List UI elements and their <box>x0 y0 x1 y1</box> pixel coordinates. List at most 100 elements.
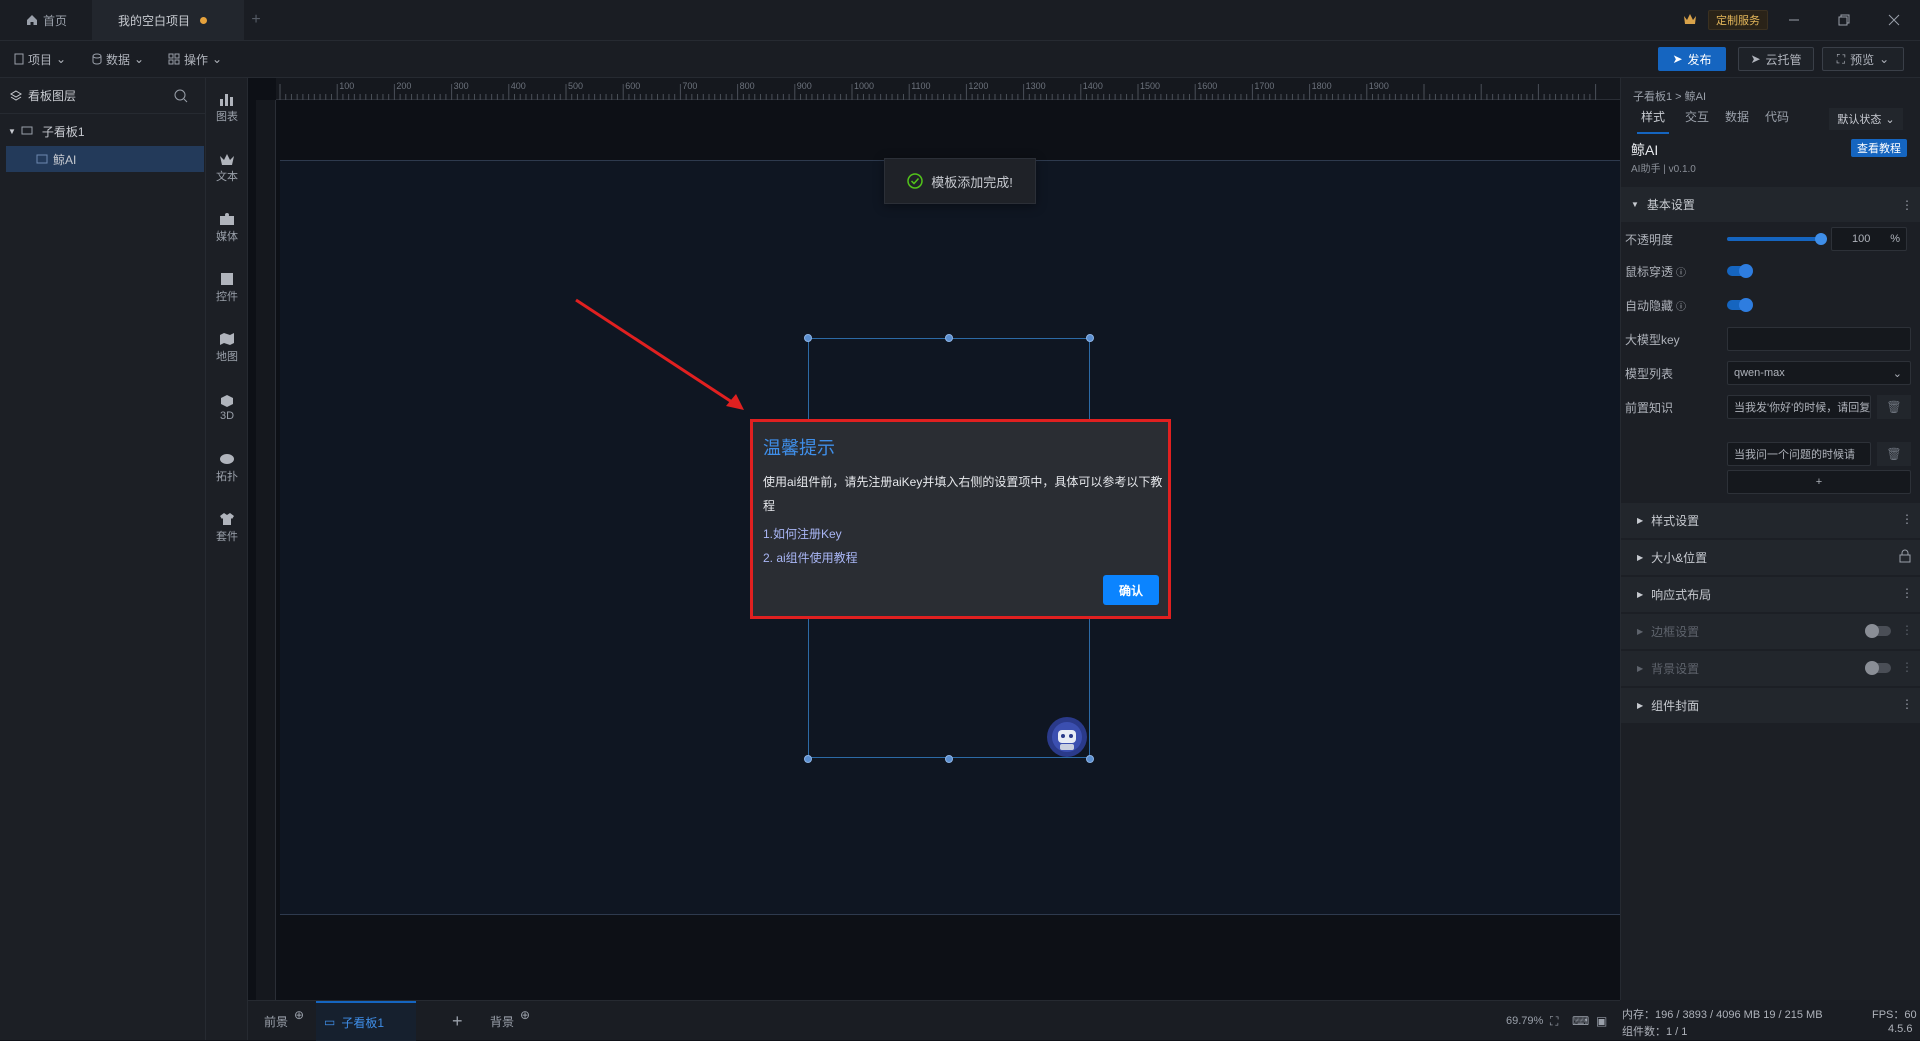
view-tutorial-button[interactable]: 查看教程 <box>1851 139 1907 157</box>
more-icon[interactable]: ⋮ <box>1901 697 1913 711</box>
fullscreen-icon: ⛶ <box>1836 51 1846 66</box>
section-basic-label: 基本设置 <box>1646 198 1695 212</box>
publish-button[interactable]: ➤ 发布 <box>1658 47 1726 71</box>
menu-data[interactable]: 数据 ⌄ <box>92 48 144 70</box>
tab-board[interactable]: ▭ 子看板1 <box>316 1001 416 1041</box>
robot-avatar-icon[interactable] <box>1046 716 1088 758</box>
tip-dialog: 温馨提示 使用ai组件前，请先注册aiKey并填入右侧的设置项中，具体可以参考以… <box>750 419 1171 619</box>
minimize-icon[interactable] <box>1782 8 1806 32</box>
iconbar-3d[interactable]: 3D <box>206 384 248 432</box>
ruler-tick-label: 1000 <box>854 81 874 91</box>
iconbar-topology[interactable]: 拓扑 <box>206 444 248 492</box>
background-toggle[interactable] <box>1865 661 1891 675</box>
iconbar-suite[interactable]: 套件 <box>206 504 248 552</box>
preview-button[interactable]: ⛶ 预览 ⌄ <box>1822 47 1904 71</box>
state-select[interactable]: 默认状态 ⌄ <box>1829 108 1903 130</box>
trash-icon[interactable]: 🗑 <box>1877 395 1911 419</box>
zoom-level[interactable]: 69.79% <box>1506 1001 1543 1041</box>
home-icon <box>26 14 38 26</box>
menu-data-label: 数据 <box>106 52 131 67</box>
section-style-settings[interactable]: ▶ 样式设置 <box>1621 502 1920 538</box>
section-size-position[interactable]: ▶ 大小&位置 <box>1621 539 1920 575</box>
link-register-key[interactable]: 1.如何注册Key <box>763 525 842 542</box>
resize-handle[interactable] <box>1086 334 1094 342</box>
add-board-button[interactable]: + <box>452 1001 463 1041</box>
properties-panel: 子看板1 > 鲸AI 样式 交互 数据 代码 默认状态 ⌄ 鲸AI AI助手 | … <box>1620 78 1920 1000</box>
tab-data[interactable]: 数据 <box>1725 108 1749 134</box>
section-responsive[interactable]: ▶ 响应式布局 <box>1621 576 1920 612</box>
iconbar-control[interactable]: 控件 <box>206 264 248 312</box>
iconbar-text-label: 文本 <box>216 171 238 183</box>
tab-foreground[interactable]: 前景 ⊕ <box>264 1001 304 1041</box>
knowledge-input-1[interactable]: 当我发'你好'的时候，请回复 <box>1727 395 1871 419</box>
state-select-label: 默认状态 <box>1837 114 1882 126</box>
board-icon <box>21 126 33 136</box>
new-tab-button[interactable]: + <box>244 0 268 40</box>
caret-right-icon: ▶ <box>1637 701 1644 710</box>
tab-project[interactable]: 我的空白项目 <box>92 0 244 40</box>
section-cover[interactable]: ▶ 组件封面 <box>1621 687 1920 723</box>
iconbar-media-label: 媒体 <box>216 231 238 243</box>
resize-handle[interactable] <box>804 334 812 342</box>
opacity-input[interactable]: 100% <box>1831 227 1907 251</box>
model-key-label: 大模型key <box>1625 332 1680 347</box>
more-icon[interactable]: ⋮ <box>1901 623 1913 637</box>
bar-chart-icon <box>219 92 235 106</box>
opacity-slider[interactable] <box>1727 233 1827 245</box>
auto-hide-label: 自动隐藏 <box>1625 298 1674 313</box>
tab-code[interactable]: 代码 <box>1765 108 1789 134</box>
keyboard-icon[interactable]: ⌨ <box>1572 1001 1589 1041</box>
border-toggle[interactable] <box>1865 624 1891 638</box>
terminal-icon[interactable]: ▣ <box>1596 1001 1607 1041</box>
iconbar-text[interactable]: 文本 <box>206 144 248 192</box>
resize-handle[interactable] <box>804 755 812 763</box>
tab-style[interactable]: 样式 <box>1637 108 1670 134</box>
menu-operation[interactable]: 操作 ⌄ <box>168 48 222 70</box>
mouse-through-toggle[interactable] <box>1727 264 1753 278</box>
tree-item-ai[interactable]: 鲸AI <box>6 146 204 172</box>
lock-icon[interactable] <box>1899 549 1911 563</box>
custom-service-button[interactable]: 定制服务 <box>1708 10 1768 30</box>
resize-handle[interactable] <box>945 334 953 342</box>
resize-handle[interactable] <box>945 755 953 763</box>
add-knowledge-button[interactable]: + <box>1727 470 1911 494</box>
opacity-slider-knob[interactable] <box>1815 233 1827 245</box>
iconbar-media[interactable]: 媒体 <box>206 204 248 252</box>
crown-text-icon <box>219 152 235 166</box>
opacity-unit: % <box>1890 233 1900 245</box>
ruler-tick-label: 200 <box>396 81 411 91</box>
model-select[interactable]: qwen-max ⌄ <box>1727 361 1911 385</box>
auto-hide-toggle[interactable] <box>1727 298 1753 312</box>
more-icon[interactable]: ⋮ <box>1901 586 1913 600</box>
link-ai-tutorial[interactable]: 2. ai组件使用教程 <box>763 549 858 566</box>
cloud-hosting-button[interactable]: ➤ 云托管 <box>1738 47 1814 71</box>
fit-screen-icon[interactable]: ⛶ <box>1550 1001 1558 1041</box>
ruler-top: 100 200 300 400 500 600 700 800 900 1000 1100 1200 1… <box>276 78 1620 100</box>
component-count: 组件数：1 / 1 <box>1622 1026 1688 1038</box>
trash-icon[interactable]: 🗑 <box>1877 442 1911 466</box>
tab-interaction[interactable]: 交互 <box>1685 108 1709 134</box>
restore-icon[interactable] <box>1832 8 1856 32</box>
knowledge-input-2[interactable]: 当我问一个问题的时候请 <box>1727 442 1871 466</box>
ruler-tick-label: 1800 <box>1312 81 1332 91</box>
tree-item-board[interactable]: ▼ 子看板1 <box>8 118 204 144</box>
more-icon[interactable]: ⋮ <box>1901 660 1913 674</box>
menu-project-label: 项目 <box>28 52 53 67</box>
tab-home[interactable]: 首页 <box>0 0 92 40</box>
iconbar-chart[interactable]: 图表 <box>206 84 248 132</box>
more-icon[interactable]: ⋮ <box>1901 512 1913 526</box>
menu-project[interactable]: 项目 ⌄ <box>14 48 66 70</box>
add-circle-icon[interactable]: ⊕ <box>520 1008 530 1022</box>
section-basic-settings[interactable]: ▼ 基本设置 <box>1621 186 1920 222</box>
confirm-button[interactable]: 确认 <box>1103 575 1159 605</box>
caret-right-icon: ▶ <box>1637 553 1644 562</box>
chevron-down-icon: ⌄ <box>1892 367 1902 380</box>
model-key-input[interactable] <box>1727 327 1911 351</box>
iconbar-map[interactable]: 地图 <box>206 324 248 372</box>
tab-background[interactable]: 背景 ⊕ <box>490 1001 530 1041</box>
search-icon[interactable] <box>174 89 188 103</box>
close-icon[interactable] <box>1882 8 1906 32</box>
row-model-list: 模型列表 qwen-max ⌄ <box>1621 356 1920 390</box>
add-circle-icon[interactable]: ⊕ <box>294 1008 304 1022</box>
more-icon[interactable]: ⋮ <box>1901 198 1913 212</box>
